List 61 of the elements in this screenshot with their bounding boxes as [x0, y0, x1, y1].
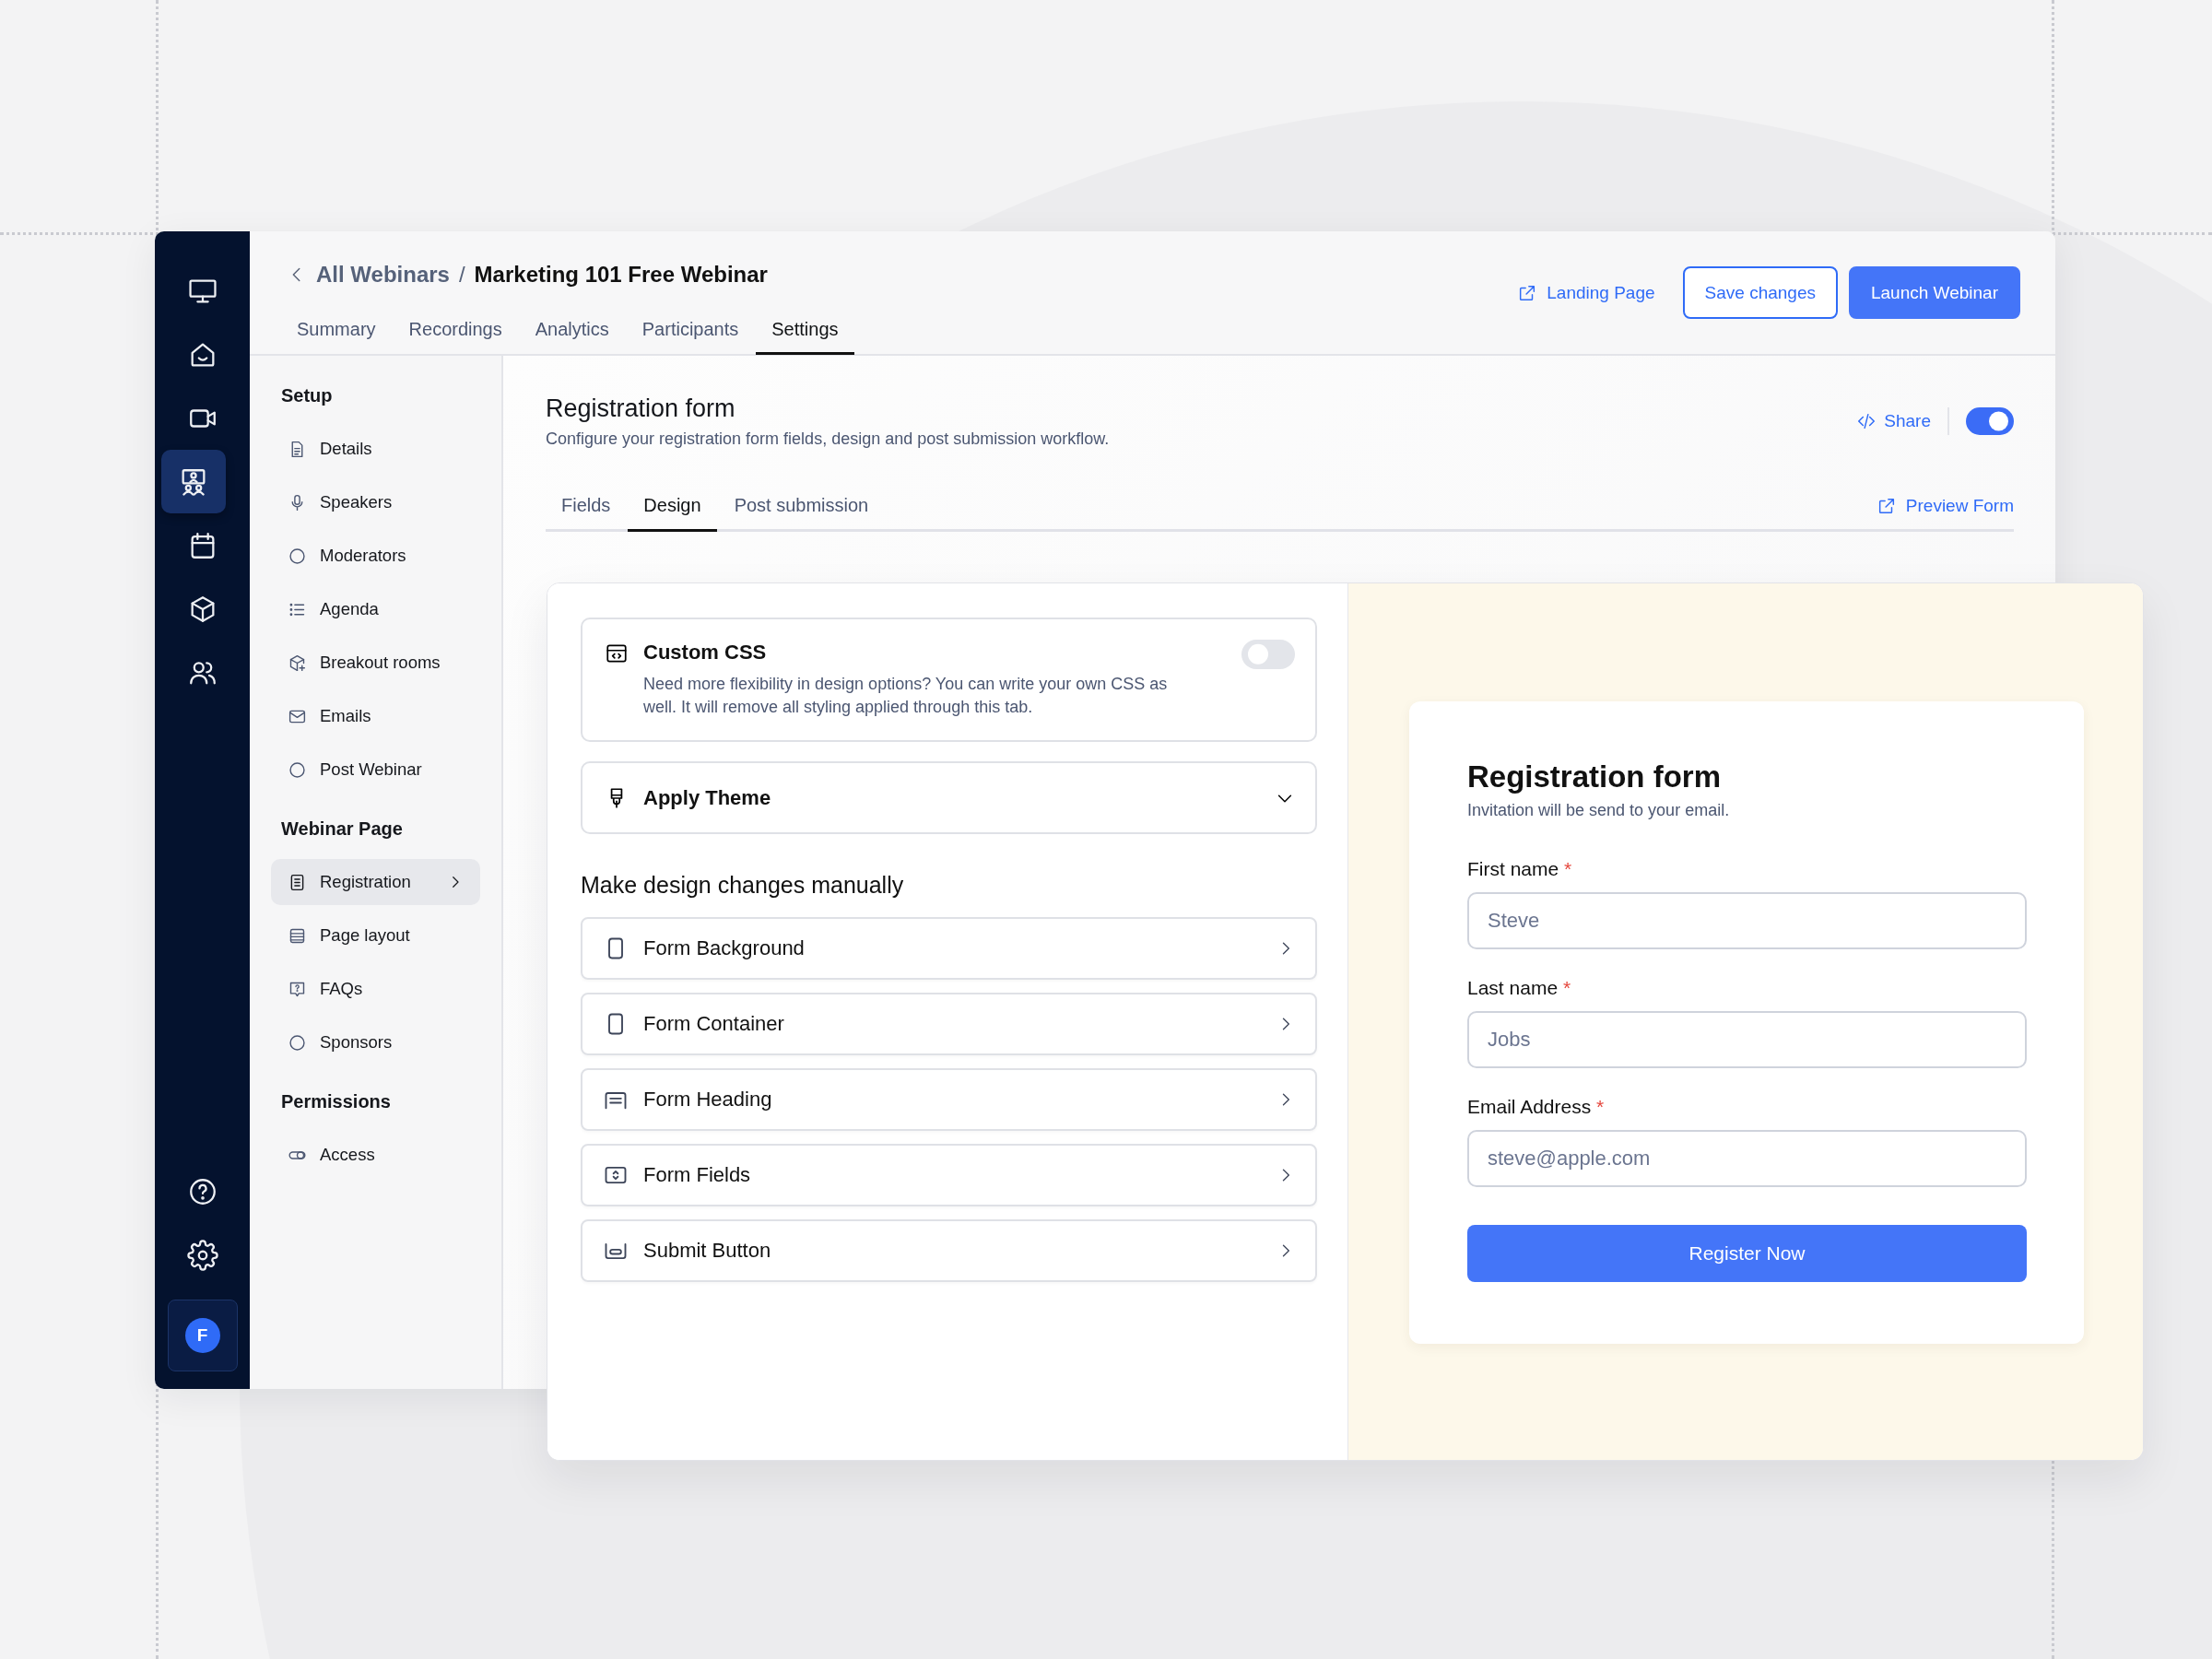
nav-item[interactable]: Speakers: [271, 479, 480, 525]
nav-item[interactable]: Emails: [271, 693, 480, 739]
design-option-row[interactable]: Form Fields: [581, 1144, 1317, 1206]
nav-item[interactable]: FAQs: [271, 966, 480, 1012]
avatar: F: [184, 1318, 220, 1353]
nav-tab[interactable]: Participants: [626, 307, 755, 355]
circle-icon: [288, 759, 307, 780]
field-label: First name *: [1467, 857, 1573, 881]
nav-item[interactable]: Details: [271, 426, 480, 472]
form-tab[interactable]: Design: [628, 482, 717, 532]
breadcrumb-link[interactable]: All Webinars: [316, 262, 450, 288]
rail-button[interactable]: [160, 450, 226, 513]
design-option-row[interactable]: Form Background: [581, 917, 1317, 980]
section-description: Configure your registration form fields, design and post submission workflow.: [546, 429, 1110, 449]
save-button[interactable]: Save changes: [1682, 266, 1838, 319]
nav-item[interactable]: Registration: [271, 859, 480, 905]
nav-item[interactable]: Access: [271, 1132, 480, 1178]
card-description: Need more flexibility in design options? You can write your own CSS as well. It will remove all styling applied through this tab.: [643, 674, 1169, 718]
circle-icon: [288, 546, 307, 566]
launch-button[interactable]: Launch Webinar: [1848, 266, 2020, 319]
custom-css-toggle[interactable]: [1241, 640, 1295, 669]
nav-item[interactable]: Page layout: [271, 912, 480, 959]
nav-tab[interactable]: Analytics: [519, 307, 625, 355]
section-heading: Webinar Page: [280, 818, 404, 841]
form-subtitle: Invitation will be send to your email.: [1467, 801, 1731, 820]
breadcrumb-separator: /: [458, 262, 465, 288]
section-heading: Make design changes manually: [581, 871, 905, 899]
input-field[interactable]: Steve: [1467, 892, 2027, 949]
avatar-tile[interactable]: F: [167, 1300, 238, 1371]
nav-item[interactable]: Sponsors: [271, 1019, 480, 1065]
form-title: Registration form: [1467, 759, 1723, 795]
nav-item[interactable]: Post Webinar: [271, 747, 480, 793]
nav-tab[interactable]: Summary: [281, 307, 392, 355]
nav-item[interactable]: Agenda: [271, 586, 480, 632]
nav-tab[interactable]: Recordings: [393, 307, 518, 355]
cube-plus-icon: [288, 653, 307, 673]
section-heading: Permissions: [280, 1090, 392, 1113]
register-button[interactable]: Register Now: [1467, 1225, 2027, 1282]
section-heading: Setup: [280, 384, 334, 407]
design-option-row[interactable]: Submit Button: [581, 1219, 1317, 1282]
form-tab[interactable]: Post submission: [718, 482, 885, 532]
card-title: Custom CSS: [643, 640, 768, 665]
landing-page-link[interactable]: Landing Page: [1517, 282, 1655, 303]
nav-item[interactable]: Moderators: [271, 533, 480, 579]
field-label: Email Address *: [1467, 1095, 1606, 1119]
circle-icon: [288, 1032, 307, 1053]
form-toggle[interactable]: [1966, 406, 2014, 435]
code-window-icon: [605, 641, 629, 665]
settings-icon: [186, 1239, 218, 1271]
section-title: Registration form: [546, 394, 736, 424]
input-field[interactable]: Jobs: [1467, 1011, 2027, 1068]
nav-item[interactable]: Breakout rooms: [271, 640, 480, 686]
field-label: Last name *: [1467, 976, 1572, 1000]
design-option-row[interactable]: Form Container: [581, 993, 1317, 1055]
form-tab[interactable]: Fields: [546, 482, 627, 532]
input-field[interactable]: steve@apple.com: [1467, 1130, 2027, 1187]
preview-form-link[interactable]: Preview Form: [1876, 495, 2014, 516]
design-option-row[interactable]: Form Heading: [581, 1068, 1317, 1131]
share-link[interactable]: Share: [1856, 410, 1931, 431]
apply-theme-dropdown[interactable]: Apply Theme: [581, 761, 1317, 834]
page-title: Marketing 101 Free Webinar: [474, 262, 768, 288]
